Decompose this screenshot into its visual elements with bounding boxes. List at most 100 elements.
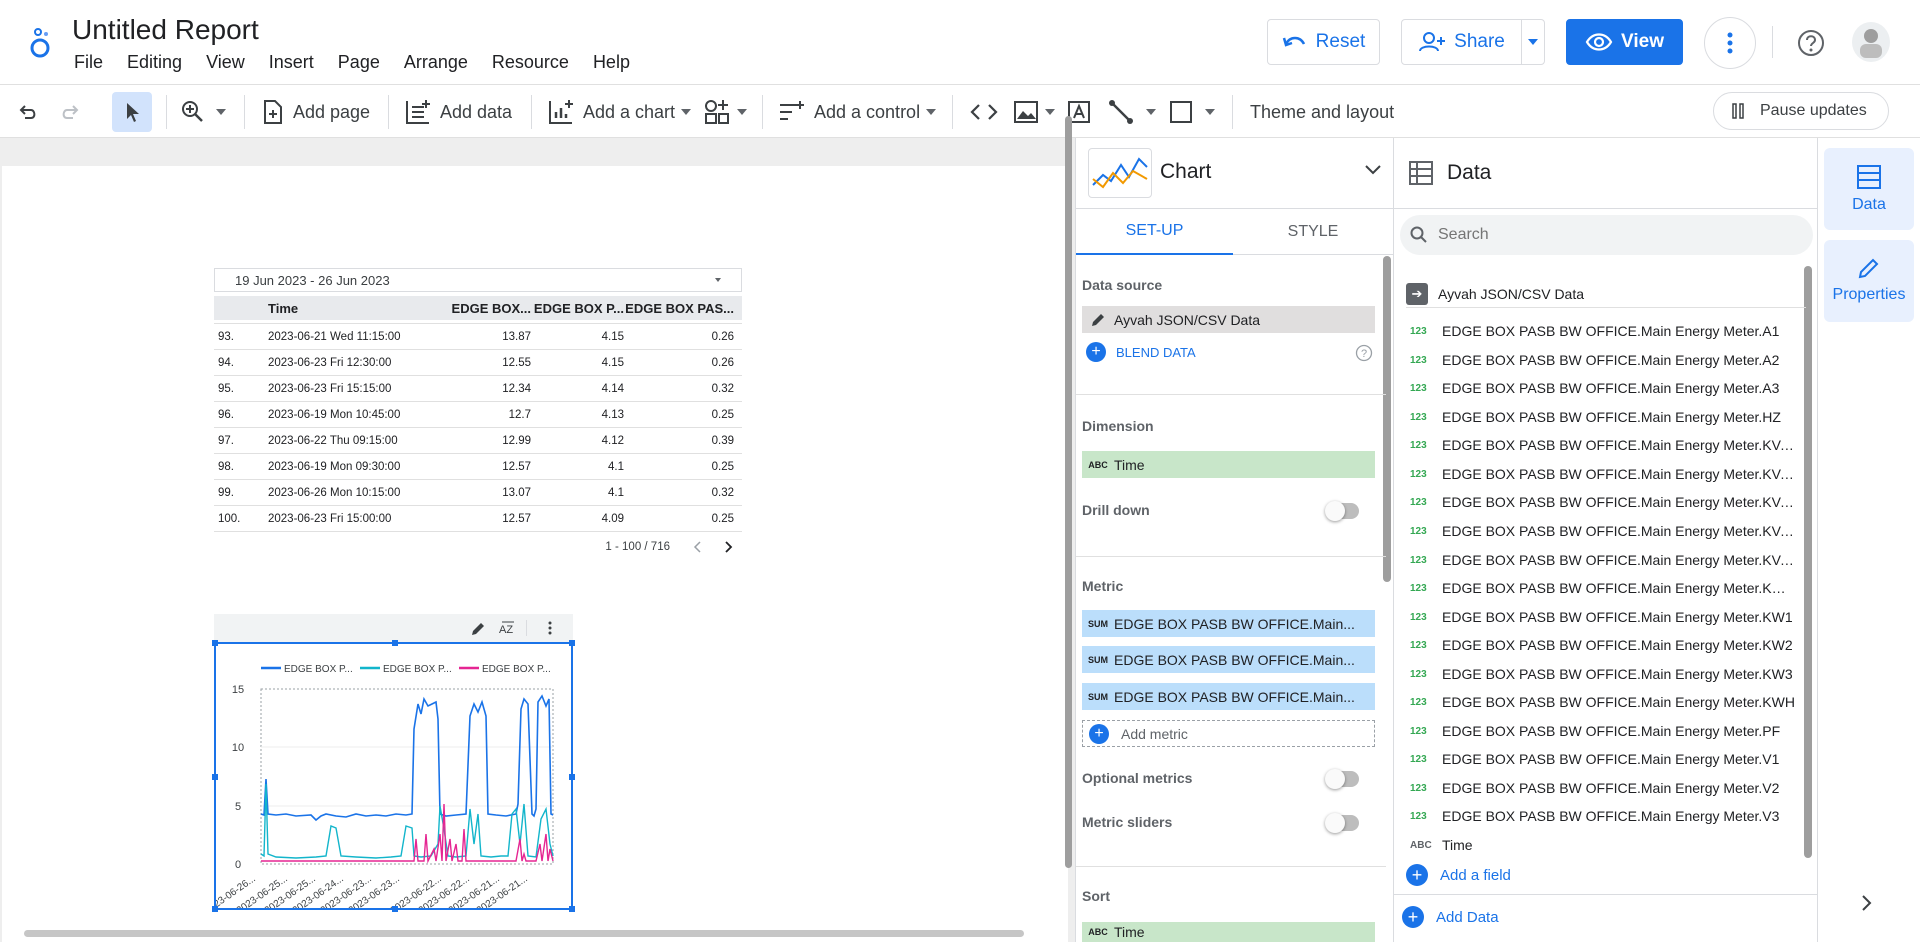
field-item[interactable]: 123 EDGE BOX PASB BW OFFICE.Main Energy M…: [1410, 604, 1800, 630]
select-tool-button[interactable]: [112, 92, 152, 132]
field-item[interactable]: 123 EDGE BOX PASB BW OFFICE.Main Energy M…: [1410, 689, 1800, 715]
add-metric-button[interactable]: + Add metric: [1082, 720, 1375, 747]
resize-handle[interactable]: [212, 774, 218, 780]
tab-setup[interactable]: SET-UP: [1076, 209, 1233, 255]
theme-layout-button[interactable]: Theme and layout: [1250, 85, 1394, 139]
share-button[interactable]: Share: [1401, 19, 1522, 65]
field-item[interactable]: 123 EDGE BOX PASB BW OFFICE.Main Energy M…: [1410, 746, 1800, 772]
resize-handle[interactable]: [569, 774, 575, 780]
menu-view[interactable]: View: [194, 52, 257, 73]
search-field[interactable]: [1400, 215, 1813, 255]
pencil-icon[interactable]: [1090, 312, 1106, 328]
rail-properties-button[interactable]: Properties: [1824, 240, 1914, 322]
image-button[interactable]: [1013, 85, 1055, 139]
report-title[interactable]: Untitled Report: [72, 14, 259, 46]
horizontal-scrollbar[interactable]: [24, 930, 1024, 937]
column-header-metric-3[interactable]: EDGE BOX PAS...: [624, 301, 738, 316]
reset-button[interactable]: Reset: [1267, 19, 1380, 65]
menu-help[interactable]: Help: [581, 52, 642, 73]
panel-scrollbar[interactable]: [1383, 256, 1391, 582]
avatar[interactable]: [1852, 22, 1890, 62]
zoom-button[interactable]: [180, 85, 226, 139]
canvas-vertical-scrollbar[interactable]: [1065, 116, 1072, 868]
date-range-control[interactable]: 19 Jun 2023 - 26 Jun 2023: [214, 268, 742, 292]
data-source-pill[interactable]: Ayvah JSON/CSV Data: [1082, 306, 1375, 333]
view-button[interactable]: View: [1566, 19, 1683, 65]
field-item[interactable]: 123 EDGE BOX PASB BW OFFICE.Main Energy M…: [1410, 547, 1800, 573]
time-series-chart[interactable]: EDGE BOX P... EDGE BOX P... EDGE BOX P..…: [203, 640, 575, 917]
embed-code-button[interactable]: [970, 85, 998, 139]
add-chart-button[interactable]: Add a chart: [547, 85, 692, 139]
field-item[interactable]: 123 EDGE BOX PASB BW OFFICE.Main Energy M…: [1410, 775, 1800, 801]
field-item[interactable]: 123 EDGE BOX PASB BW OFFICE.Main Energy M…: [1410, 347, 1800, 373]
resize-handle[interactable]: [392, 906, 398, 912]
add-data-button[interactable]: + Add Data: [1402, 906, 1499, 928]
optional-metrics-toggle[interactable]: [1325, 769, 1359, 789]
drill-down-toggle[interactable]: [1325, 501, 1359, 521]
metric-pill[interactable]: SUM EDGE BOX PASB BW OFFICE.Main...: [1082, 610, 1375, 637]
menu-insert[interactable]: Insert: [257, 52, 326, 73]
add-control-button[interactable]: Add a control: [778, 85, 937, 139]
metric-sliders-toggle[interactable]: [1325, 813, 1359, 833]
menu-file[interactable]: File: [62, 52, 115, 73]
pause-updates-button[interactable]: Pause updates: [1713, 92, 1889, 130]
menu-resource[interactable]: Resource: [480, 52, 581, 73]
chart-type-thumbnail[interactable]: [1088, 148, 1152, 198]
chevron-down-icon[interactable]: [1364, 164, 1382, 176]
blend-data-button[interactable]: + BLEND DATA: [1086, 342, 1196, 362]
resize-handle[interactable]: [569, 906, 575, 912]
field-item[interactable]: ABC Time: [1410, 832, 1800, 858]
data-source-row[interactable]: ➔ Ayvah JSON/CSV Data: [1406, 280, 1806, 308]
metric-pill[interactable]: SUM EDGE BOX PASB BW OFFICE.Main...: [1082, 683, 1375, 710]
menu-page[interactable]: Page: [326, 52, 392, 73]
pencil-icon[interactable]: [470, 621, 486, 637]
rail-data-button[interactable]: Data: [1824, 148, 1914, 230]
table-widget[interactable]: 19 Jun 2023 - 26 Jun 2023 Time EDGE BOX.…: [214, 268, 742, 562]
help-icon[interactable]: ?: [1355, 344, 1373, 362]
metric-pill[interactable]: SUM EDGE BOX PASB BW OFFICE.Main...: [1082, 646, 1375, 673]
vertical-dots-icon[interactable]: [548, 621, 552, 635]
sort-pill[interactable]: ABC Time: [1082, 922, 1375, 942]
resize-handle[interactable]: [212, 640, 218, 646]
column-header-metric-2[interactable]: EDGE BOX P...: [531, 301, 624, 316]
resize-handle[interactable]: [569, 640, 575, 646]
undo-button[interactable]: [16, 85, 40, 139]
tab-style[interactable]: STYLE: [1233, 209, 1393, 255]
looker-studio-logo-icon[interactable]: [24, 24, 60, 60]
add-field-button[interactable]: + Add a field: [1406, 864, 1511, 886]
help-icon[interactable]: [1797, 29, 1825, 57]
field-item[interactable]: 123 EDGE BOX PASB BW OFFICE.Main Energy M…: [1410, 489, 1800, 515]
add-page-button[interactable]: Add page: [261, 85, 370, 139]
field-item[interactable]: 123 EDGE BOX PASB BW OFFICE.Main Energy M…: [1410, 461, 1800, 487]
resize-handle[interactable]: [392, 640, 398, 646]
share-dropdown-button[interactable]: [1521, 19, 1545, 65]
column-header-time[interactable]: Time: [268, 301, 433, 316]
chevron-right-icon[interactable]: [724, 540, 734, 554]
column-header-metric-1[interactable]: EDGE BOX...: [433, 301, 531, 316]
field-item[interactable]: 123 EDGE BOX PASB BW OFFICE.Main Energy M…: [1410, 575, 1800, 601]
shape-button[interactable]: [1169, 85, 1215, 139]
redo-button[interactable]: [58, 85, 82, 139]
menu-arrange[interactable]: Arrange: [392, 52, 480, 73]
sum-aggregation-icon[interactable]: SUM: [1082, 610, 1114, 637]
resize-handle[interactable]: [212, 906, 218, 912]
sum-aggregation-icon[interactable]: SUM: [1082, 683, 1114, 710]
field-item[interactable]: 123 EDGE BOX PASB BW OFFICE.Main Energy M…: [1410, 632, 1800, 658]
field-item[interactable]: 123 EDGE BOX PASB BW OFFICE.Main Energy M…: [1410, 404, 1800, 430]
data-panel-scrollbar[interactable]: [1804, 266, 1812, 858]
community-visualizations-button[interactable]: [703, 85, 747, 139]
more-options-button[interactable]: [1704, 17, 1756, 69]
sum-aggregation-icon[interactable]: SUM: [1082, 646, 1114, 673]
field-item[interactable]: 123 EDGE BOX PASB BW OFFICE.Main Energy M…: [1410, 518, 1800, 544]
menu-editing[interactable]: Editing: [115, 52, 194, 73]
chevron-left-icon[interactable]: [692, 540, 702, 554]
search-input[interactable]: [1438, 226, 1798, 244]
chevron-right-icon[interactable]: [1861, 894, 1873, 912]
field-item[interactable]: 123 EDGE BOX PASB BW OFFICE.Main Energy M…: [1410, 718, 1800, 744]
dimension-pill[interactable]: ABC Time: [1082, 451, 1375, 478]
sort-az-icon[interactable]: AZ: [498, 620, 518, 638]
field-item[interactable]: 123 EDGE BOX PASB BW OFFICE.Main Energy M…: [1410, 318, 1800, 344]
field-item[interactable]: 123 EDGE BOX PASB BW OFFICE.Main Energy M…: [1410, 375, 1800, 401]
line-button[interactable]: [1108, 85, 1156, 139]
field-item[interactable]: 123 EDGE BOX PASB BW OFFICE.Main Energy M…: [1410, 803, 1800, 829]
